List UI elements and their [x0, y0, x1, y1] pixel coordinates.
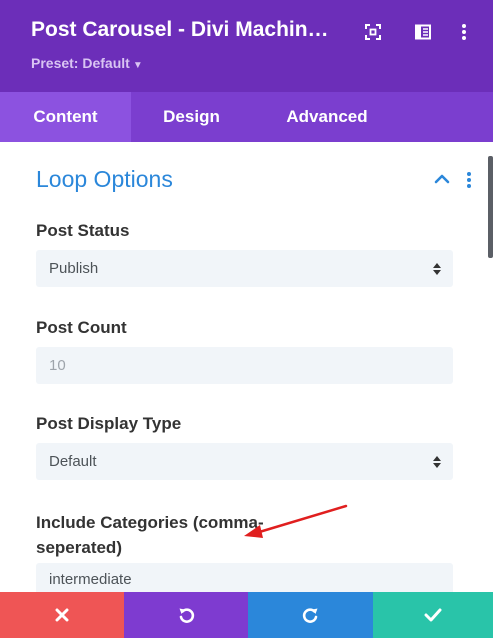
preset-label: Preset: Default: [31, 55, 130, 71]
include-categories-label: Include Categories (comma- seperated): [36, 510, 264, 560]
chevron-up-icon[interactable]: [433, 170, 451, 188]
cancel-button[interactable]: [0, 592, 124, 638]
section-menu-icon[interactable]: [466, 171, 474, 189]
select-arrows-icon: [433, 456, 441, 468]
include-categories-label-line2: seperated): [36, 538, 122, 557]
annotation-arrow-icon: [244, 504, 348, 538]
post-display-type-select[interactable]: Default: [36, 443, 453, 480]
preset-dropdown[interactable]: Preset: Default ▼: [31, 55, 143, 71]
select-arrows-icon: [433, 263, 441, 275]
tab-content[interactable]: Content: [0, 92, 131, 142]
post-display-type-label: Post Display Type: [36, 414, 182, 433]
tab-advanced[interactable]: Advanced: [252, 92, 402, 142]
post-display-type-value: Default: [49, 453, 97, 470]
post-status-label: Post Status: [36, 221, 130, 240]
include-categories-label-line1: Include Categories (comma-: [36, 513, 264, 532]
tab-design[interactable]: Design: [131, 92, 252, 142]
include-categories-value: intermediate: [49, 571, 132, 588]
save-button[interactable]: [373, 592, 493, 638]
post-status-value: Publish: [49, 260, 99, 277]
caret-down-icon: ▼: [132, 60, 143, 71]
tab-bar: Content Design Advanced: [0, 92, 493, 142]
include-categories-input[interactable]: intermediate: [36, 563, 453, 592]
check-icon: [424, 608, 442, 622]
redo-button[interactable]: [248, 592, 373, 638]
modal-title: Post Carousel - Divi Machin…: [31, 18, 329, 41]
expand-icon[interactable]: [361, 20, 385, 44]
post-count-value: 10: [49, 357, 66, 374]
modal-header: Post Carousel - Divi Machin… Preset: Def…: [0, 0, 493, 92]
more-vertical-icon[interactable]: [452, 20, 476, 44]
close-icon: [55, 608, 69, 622]
sidebar-toggle-icon[interactable]: [411, 20, 435, 44]
redo-icon: [302, 608, 317, 623]
undo-icon: [179, 608, 195, 623]
post-count-input[interactable]: 10: [36, 347, 453, 384]
post-count-label: Post Count: [36, 318, 127, 337]
undo-button[interactable]: [124, 592, 248, 638]
action-bar: [0, 592, 493, 638]
scrollbar[interactable]: [488, 156, 493, 258]
post-status-select[interactable]: Publish: [36, 250, 453, 287]
section-title[interactable]: Loop Options: [36, 166, 173, 193]
